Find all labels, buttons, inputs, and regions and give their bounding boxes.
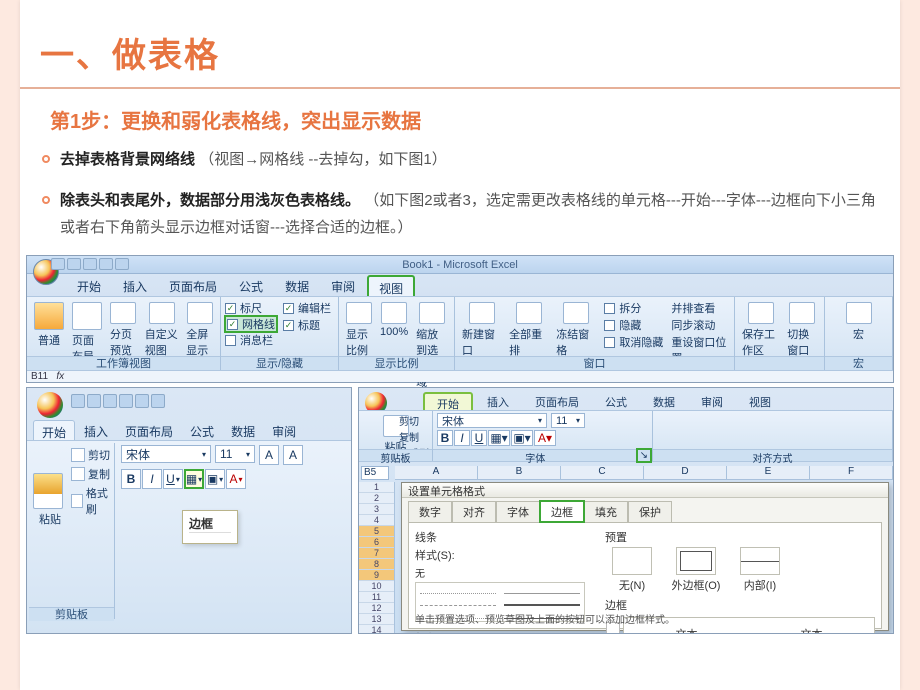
btn-cut[interactable]: 剪切: [399, 413, 429, 428]
page-title: 一、做表格: [20, 0, 900, 81]
group-clipboard: 剪贴板: [359, 449, 432, 461]
btn-borders[interactable]: ▦▾: [488, 430, 510, 446]
chk-message-bar[interactable]: 消息栏: [225, 332, 273, 348]
group-font: 字体↘: [433, 449, 652, 461]
name-box[interactable]: B11: [31, 371, 48, 382]
btn-sync-scroll[interactable]: 同步滚动: [671, 317, 730, 333]
dialog-title: 设置单元格格式: [402, 483, 888, 498]
btn-decrease-font[interactable]: A: [283, 445, 303, 465]
formula-bar[interactable]: B11 fx: [27, 370, 893, 382]
bullet-2: 除表头和表尾外，数据部分用浅灰色表格线。 （如下图2或者3，选定需更改表格线的单…: [42, 187, 876, 241]
chk-formula-bar[interactable]: ✓编辑栏: [283, 300, 331, 316]
btn-macros[interactable]: 宏: [843, 300, 875, 344]
group-clipboard: 剪贴板: [29, 607, 114, 621]
btn-save-workspace[interactable]: 保存工作区: [739, 300, 782, 360]
group-zoom: 显示比例: [339, 356, 454, 370]
horizontal-rule: [20, 87, 900, 89]
chk-unhide[interactable]: 取消隐藏: [604, 334, 663, 350]
dlg-tab-border[interactable]: 边框: [540, 501, 584, 522]
bullet-1: 去掉表格背景网络线 （视图→网格线 --去掉勾，如下图1）: [42, 146, 876, 173]
dlg-tab-fill[interactable]: 填充: [584, 501, 628, 522]
quick-access-toolbar[interactable]: [51, 257, 141, 271]
btn-cut[interactable]: 剪切: [71, 447, 113, 463]
btn-side-by-side[interactable]: 并排查看: [671, 300, 730, 316]
bullet-dot: [42, 196, 50, 204]
bullet-2-em: 除表头和表尾外，数据部分用浅灰色表格线。: [60, 192, 360, 209]
format-cells-dialog: 设置单元格格式 数字 对齐 字体 边框 填充 保护 线条 样式(S): 无: [401, 482, 889, 631]
dlg-tab-protect[interactable]: 保护: [628, 501, 672, 522]
dlg-tab-align[interactable]: 对齐: [452, 501, 496, 522]
chk-ruler[interactable]: ✓标尺: [225, 300, 262, 316]
btn-underline[interactable]: U▾: [163, 469, 183, 489]
btn-switch-window[interactable]: 切换窗口: [784, 300, 820, 360]
excel-ribbon-screenshot-3: 开始 插入 页面布局 公式 数据 审阅 视图 粘贴 剪切 复制 格式刷 剪贴板: [358, 387, 894, 634]
bullet-1-rest: （视图→网格线 --去掉勾，如下图1）: [199, 151, 447, 168]
chk-gridlines[interactable]: ✓网格线: [225, 316, 277, 332]
btn-italic[interactable]: I: [454, 430, 470, 446]
group-show-hide: 显示/隐藏: [221, 356, 338, 370]
font-name-select[interactable]: 宋体▾: [121, 445, 211, 463]
btn-font-color[interactable]: A▾: [226, 469, 246, 489]
btn-fill-color[interactable]: ▣▾: [511, 430, 533, 446]
btn-bold[interactable]: B: [437, 430, 453, 446]
label-color: 颜色(C):: [415, 630, 455, 634]
font-size-select[interactable]: 11▾: [551, 413, 585, 428]
style-none[interactable]: 无: [415, 565, 585, 580]
group-alignment: 对齐方式: [653, 449, 892, 461]
bullet-1-em: 去掉表格背景网络线: [60, 151, 195, 168]
btn-font-color[interactable]: A▾: [534, 430, 556, 446]
excel-ribbon-screenshot-2: 开始 插入 页面布局 公式 数据 审阅 粘贴 剪切 复制 格式刷: [26, 387, 352, 634]
chk-hide[interactable]: 隐藏: [604, 317, 663, 333]
group-window: 窗口: [455, 356, 734, 370]
group-workbook-views: 工作簿视图: [27, 356, 220, 370]
paintbrush-icon: [71, 494, 83, 508]
btn-underline[interactable]: U: [471, 430, 487, 446]
dlg-tab-number[interactable]: 数字: [408, 501, 452, 522]
row-headers[interactable]: 1234 56789 10111213141516: [359, 482, 395, 633]
step-heading: 第1步：更换和弱化表格线，突出显示数据: [20, 105, 900, 134]
name-box[interactable]: B5: [361, 466, 389, 480]
btn-bold[interactable]: B: [121, 469, 141, 489]
chk-headings[interactable]: ✓标题: [283, 317, 331, 333]
quick-access-toolbar[interactable]: [71, 394, 165, 408]
dialog-note: 单击预置选项、预览草图及上面的按钮可以添加边框样式。: [415, 611, 675, 626]
btn-paste[interactable]: 粘贴: [33, 473, 67, 527]
tooltip-borders: 边框: [182, 510, 238, 544]
font-dialog-launcher[interactable]: ↘: [638, 450, 650, 461]
btn-fill-color[interactable]: ▣▾: [205, 469, 225, 489]
group-macros: 宏: [825, 356, 892, 370]
preset-inner[interactable]: 内部(I): [733, 547, 787, 593]
dlg-tab-font[interactable]: 字体: [496, 501, 540, 522]
fx-button[interactable]: fx: [56, 371, 64, 382]
btn-borders[interactable]: ▦▾: [184, 469, 204, 489]
label-preset: 预置: [605, 529, 875, 545]
font-name-select[interactable]: 宋体▾: [437, 413, 547, 428]
btn-increase-font[interactable]: A: [259, 445, 279, 465]
office-orb-button[interactable]: [37, 392, 63, 418]
dialog-tabs[interactable]: 数字 对齐 字体 边框 填充 保护: [408, 501, 882, 522]
label-style: 样式(S):: [415, 547, 585, 563]
bullet-dot: [42, 155, 50, 163]
column-headers[interactable]: ABCDEF: [395, 466, 893, 480]
font-size-select[interactable]: 11▾: [215, 445, 255, 463]
btn-format-painter[interactable]: 格式刷: [71, 485, 113, 517]
btn-italic[interactable]: I: [142, 469, 162, 489]
label-line: 线条: [415, 529, 585, 545]
btn-copy[interactable]: 复制: [71, 466, 113, 482]
excel-ribbon-screenshot-1: Book1 - Microsoft Excel 开始 插入 页面布局 公式 数据…: [26, 255, 894, 383]
preset-outer[interactable]: 外边框(O): [669, 547, 723, 593]
paste-icon: [33, 473, 63, 509]
btn-copy[interactable]: 复制: [399, 429, 429, 444]
preset-none[interactable]: 无(N): [605, 547, 659, 593]
chk-split[interactable]: 拆分: [604, 300, 663, 316]
scissors-icon: [71, 448, 85, 462]
copy-icon: [71, 467, 85, 481]
window-title: Book1 - Microsoft Excel: [27, 256, 893, 274]
